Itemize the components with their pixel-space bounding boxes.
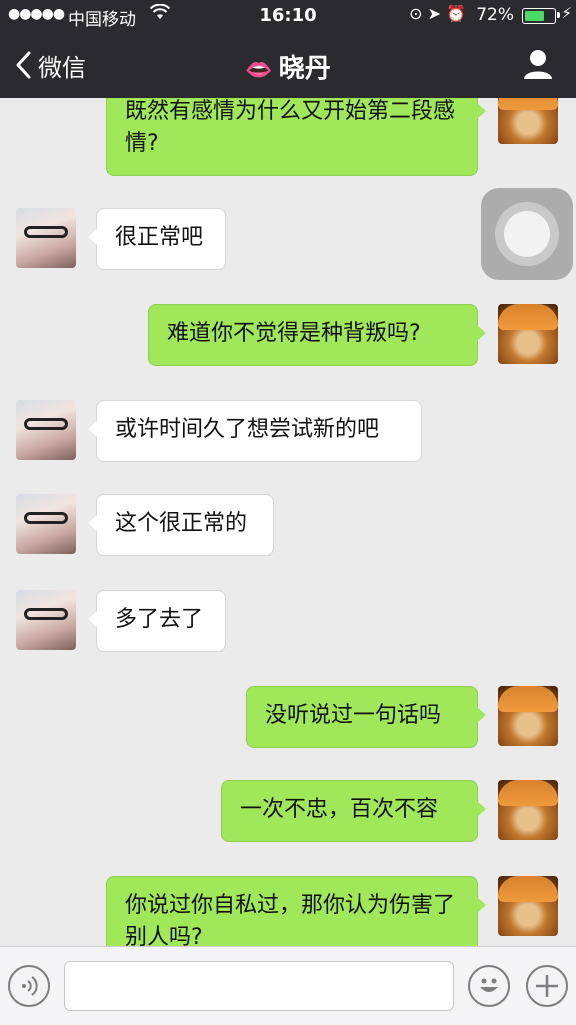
battery-fill (525, 11, 544, 21)
battery-icon (522, 8, 556, 24)
message-text: 很正常吧 (115, 225, 204, 250)
message-bubble-self[interactable]: 一次不忠，百次不容 (221, 780, 486, 842)
plus-icon (536, 975, 558, 997)
message-text: 或许时间久了想尝试新的吧 (115, 417, 380, 442)
plus-button[interactable] (526, 965, 568, 1007)
message-text: 没听说过一句话吗 (265, 703, 442, 728)
message-bubble-contact[interactable]: 很正常吧 (88, 208, 226, 270)
message-text: 这个很正常的 (115, 511, 248, 536)
input-bar (0, 946, 576, 1025)
contact-name: 晓丹 (278, 54, 331, 84)
nav-bar: 微信 👄 晓丹 (0, 32, 576, 98)
charging-icon: ⚡ (561, 4, 572, 22)
rotation-lock-icon: ⊙ (409, 4, 423, 23)
message-bubble-self[interactable]: 难道你不觉得是种背叛吗? (148, 304, 486, 366)
location-icon: ➤ (427, 4, 441, 23)
alarm-icon: ⏰ (446, 4, 466, 23)
chat-title: 👄 晓丹 (0, 48, 576, 85)
message-bubble-self[interactable]: 没听说过一句话吗 (246, 686, 486, 748)
avatar-contact[interactable] (16, 400, 76, 460)
message-text: 一次不忠，百次不容 (240, 797, 439, 822)
avatar-self[interactable] (498, 304, 558, 364)
message-input[interactable] (64, 961, 454, 1011)
avatar-contact[interactable] (16, 590, 76, 650)
status-bar: ●●●●● 中国移动 16:10 ⊙ ➤ ⏰ 72% ⚡ (0, 0, 576, 32)
message-text: 既然有感情为什么又开始第二段感情? (125, 99, 456, 156)
status-icons: ⊙ ➤ ⏰ (409, 4, 466, 23)
voice-button[interactable] (8, 965, 50, 1007)
message-text: 多了去了 (115, 607, 204, 632)
message-bubble-contact[interactable]: 多了去了 (88, 590, 226, 652)
message-bubble-contact[interactable]: 或许时间久了想尝试新的吧 (88, 400, 422, 462)
assistive-touch-core (504, 211, 550, 257)
profile-button[interactable] (522, 48, 554, 80)
battery-tip (557, 12, 560, 18)
avatar-self[interactable] (498, 686, 558, 746)
message-text: 难道你不觉得是种背叛吗? (167, 321, 421, 346)
avatar-contact[interactable] (16, 494, 76, 554)
lips-icon: 👄 (245, 58, 273, 83)
message-text: 你说过你自私过，那你认为伤害了别人吗? (125, 893, 456, 946)
voice-icon (22, 976, 38, 996)
message-bubble-self[interactable]: 你说过你自私过，那你认为伤害了别人吗? (106, 876, 486, 946)
person-icon (524, 50, 552, 79)
emoji-icon (480, 978, 498, 992)
emoji-button[interactable] (468, 965, 510, 1007)
avatar-contact[interactable] (16, 208, 76, 268)
message-bubble-self[interactable]: 既然有感情为什么又开始第二段感情? (106, 98, 486, 176)
avatar-self[interactable] (498, 876, 558, 936)
assistive-touch-button[interactable] (481, 188, 573, 280)
battery-percent: 72% (476, 5, 514, 25)
avatar-self[interactable] (498, 780, 558, 840)
avatar-self[interactable] (498, 98, 558, 144)
message-bubble-contact[interactable]: 这个很正常的 (88, 494, 274, 556)
